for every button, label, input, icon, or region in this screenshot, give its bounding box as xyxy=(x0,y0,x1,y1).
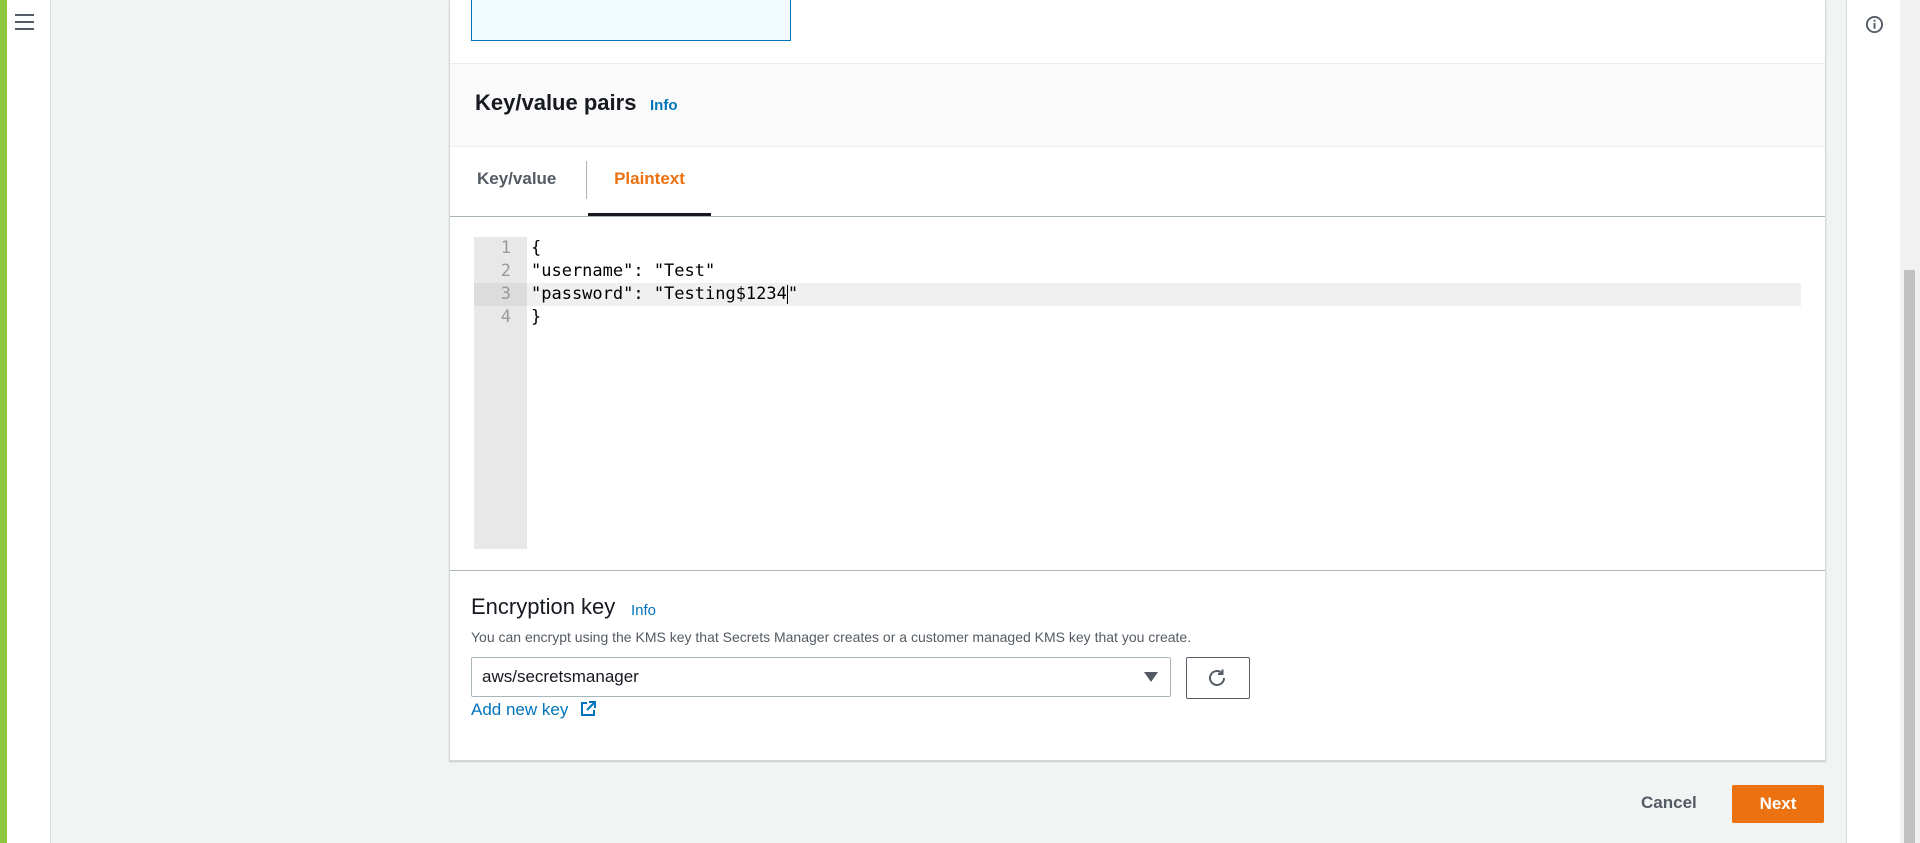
refresh-icon xyxy=(1209,669,1225,686)
help-panel-rail xyxy=(1846,0,1901,843)
side-navigation xyxy=(7,0,51,843)
code-line[interactable]: "username": "Test" xyxy=(531,260,715,283)
add-new-key-label: Add new key xyxy=(471,700,569,719)
hamburger-icon[interactable] xyxy=(15,14,34,32)
cancel-button[interactable]: Cancel xyxy=(1621,785,1717,823)
secret-value-tabs: Key/value Plaintext xyxy=(450,145,1825,217)
line-number: 3 xyxy=(500,284,511,304)
next-button[interactable]: Next xyxy=(1732,785,1824,823)
encryption-description: You can encrypt using the KMS key that S… xyxy=(471,629,1192,645)
line-number: 1 xyxy=(500,238,511,258)
page-scrollbar[interactable] xyxy=(1900,0,1920,843)
kv-pairs-title: Key/value pairs xyxy=(475,90,637,115)
code-line[interactable]: } xyxy=(531,306,541,329)
window-frame-strip xyxy=(0,0,7,843)
info-circle-icon[interactable] xyxy=(1865,15,1884,34)
refresh-keys-button[interactable] xyxy=(1186,657,1250,699)
selected-key-value: aws/secretsmanager xyxy=(482,667,639,686)
code-line-text: "password": "Testing$1234" xyxy=(531,284,799,304)
code-line-active[interactable]: "password": "Testing$1234" xyxy=(531,283,798,306)
kv-pairs-header: Key/value pairs Info xyxy=(450,63,1825,147)
encryption-key-section: Encryption key Info You can encrypt usin… xyxy=(450,570,1825,761)
tab-divider xyxy=(586,161,587,199)
dropdown-caret-icon xyxy=(1144,672,1158,682)
scrollbar-thumb[interactable] xyxy=(1904,270,1915,843)
line-number: 2 xyxy=(500,261,511,281)
encryption-key-title: Encryption key xyxy=(471,594,616,619)
plaintext-editor[interactable]: 1 2 3 4 { "username": "Test" "password":… xyxy=(474,237,1801,549)
add-new-key-link[interactable]: Add new key xyxy=(471,700,597,720)
external-link-icon xyxy=(581,701,597,716)
tab-plaintext[interactable]: Plaintext xyxy=(588,145,711,216)
description-textarea[interactable] xyxy=(471,0,791,41)
text-cursor xyxy=(786,284,788,304)
code-line[interactable]: { xyxy=(531,237,541,260)
kv-info-link[interactable]: Info xyxy=(650,97,678,114)
secret-value-panel: Key/value pairs Info Key/value Plaintext… xyxy=(449,0,1826,761)
tab-key-value[interactable]: Key/value xyxy=(477,145,556,216)
encryption-key-select[interactable]: aws/secretsmanager xyxy=(471,657,1171,697)
line-number: 4 xyxy=(500,307,511,327)
encryption-info-link[interactable]: Info xyxy=(631,602,656,619)
